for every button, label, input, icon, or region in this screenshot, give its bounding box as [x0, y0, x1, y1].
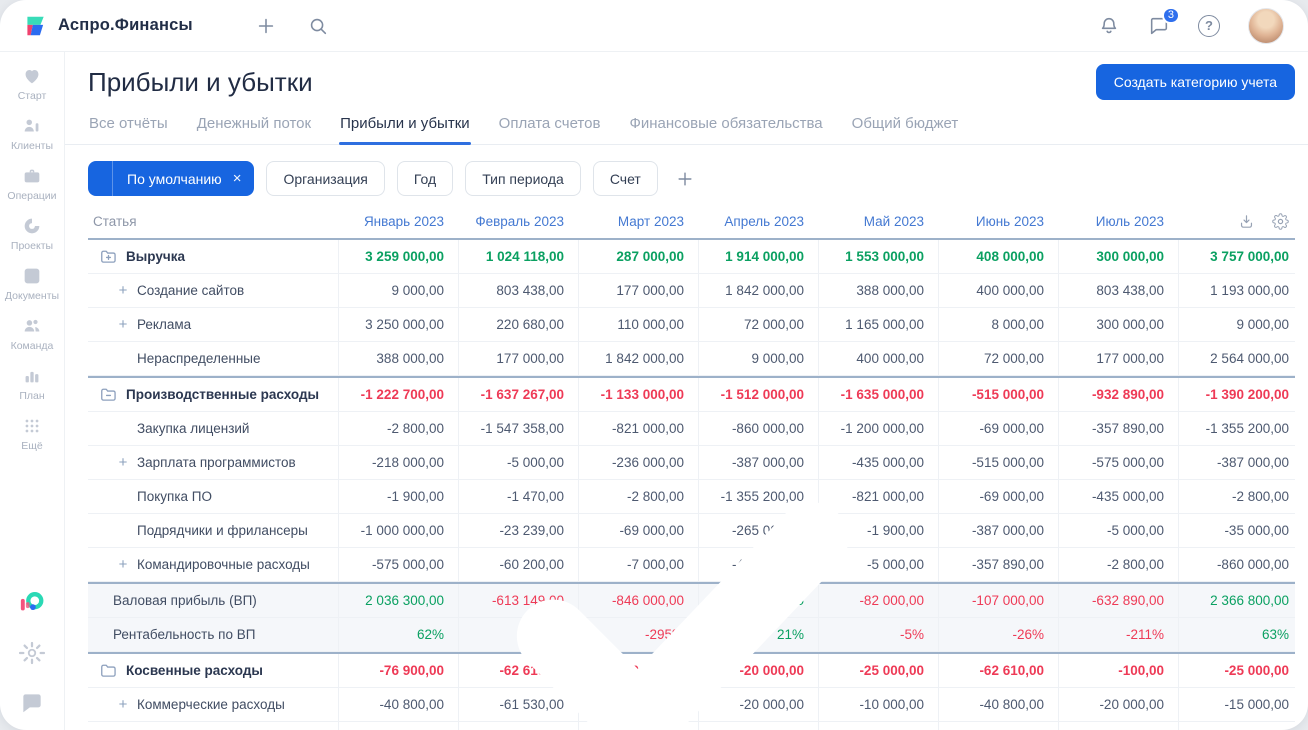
topbar: Аспро.Финансы 3 ? [0, 0, 1308, 52]
column-header-month: Январь 2023 [363, 214, 444, 229]
projects-icon [21, 215, 43, 237]
sidebar-item-label: Старт [17, 90, 47, 102]
sidebar-item-label: Операции [7, 190, 57, 202]
add-filter-icon[interactable] [675, 169, 695, 189]
folder-plus-icon [100, 249, 117, 264]
notification-badge: 3 [1161, 6, 1180, 24]
table-header-row: Статья Январь 2023 Февраль 2023 Март 2023 Ап… [88, 205, 1295, 238]
documents-icon [21, 265, 849, 730]
sidebar: Старт Клиенты Операции Проекты Документы Кома… [0, 52, 849, 730]
filter-chips: Организация Год Тип периода Счет [266, 161, 658, 196]
sidebar-items: Старт Клиенты Операции Проекты Документы Кома… [5, 65, 849, 730]
tab-item[interactable]: Финансовые обязательства [628, 106, 823, 144]
column-header-month: Май 2023 [863, 214, 924, 229]
app-name: Аспро.Финансы [58, 16, 193, 34]
sidebar-item-heart[interactable]: Старт [5, 65, 59, 102]
column-header-month: Февраль 2023 [475, 214, 564, 229]
tab-item[interactable]: Оплата счетов [498, 106, 602, 144]
filter-bar: По умолчанию × Организация Год Тип периода… [88, 161, 1295, 196]
filter-chip[interactable]: Тип периода [465, 161, 581, 196]
topbar-right: 3 ? [1098, 6, 1284, 44]
column-header-month: Июнь 2023 [975, 214, 1044, 229]
table-header-actions [1178, 205, 1295, 238]
help-icon[interactable]: ? [1198, 14, 1220, 37]
column-header-month: Апрель 2023 [724, 214, 804, 229]
filter-chip[interactable]: Организация [266, 161, 385, 196]
page-title: Прибыли и убытки [88, 66, 313, 97]
sidebar-item-operations[interactable]: Операции [5, 165, 59, 202]
plus-icon[interactable] [255, 15, 277, 37]
tab-item[interactable]: Все отчёты [88, 106, 169, 144]
tab-active[interactable]: Прибыли и убытки [339, 106, 471, 145]
app-logo-icon [22, 13, 48, 39]
sidebar-item-projects[interactable]: Проекты [5, 215, 59, 252]
close-icon[interactable]: × [233, 170, 242, 187]
tab-item[interactable]: Денежный поток [196, 106, 312, 144]
column-header-month: Март 2023 [617, 214, 684, 229]
sidebar-item-label: Клиенты [10, 140, 54, 152]
clients-icon [21, 115, 43, 137]
default-filter-button[interactable]: По умолчанию × [88, 161, 255, 196]
sidebar-item-label: Проекты [10, 240, 54, 252]
filter-chip[interactable]: Счет [592, 161, 658, 196]
filter-chip[interactable]: Год [396, 161, 454, 196]
filter-label: По умолчанию [127, 170, 222, 187]
bell-icon[interactable] [1098, 15, 1120, 37]
column-header-article: Статья [93, 214, 137, 229]
column-header-month: Июль 2023 [1095, 214, 1164, 229]
sidebar-item-documents[interactable]: Документы [5, 265, 849, 730]
user-avatar[interactable] [1248, 7, 1284, 44]
tab-item[interactable]: Общий бюджет [851, 106, 960, 144]
heart-icon [21, 65, 43, 87]
create-category-button[interactable]: Создать категорию учета [1095, 64, 1295, 100]
app-window: Аспро.Финансы 3 ? Старт Клиенты Операции Пр… [0, 0, 1308, 730]
search-icon[interactable] [307, 15, 329, 37]
filter-icon [88, 161, 113, 196]
gear-icon[interactable] [1272, 213, 1289, 230]
download-icon[interactable] [1238, 213, 1255, 230]
sidebar-item-clients[interactable]: Клиенты [5, 115, 59, 152]
tab-bar: Все отчёты Денежный поток Прибыли и убытки… [65, 106, 1308, 145]
chat-button[interactable]: 3 [1148, 6, 1180, 37]
operations-icon [21, 165, 43, 187]
